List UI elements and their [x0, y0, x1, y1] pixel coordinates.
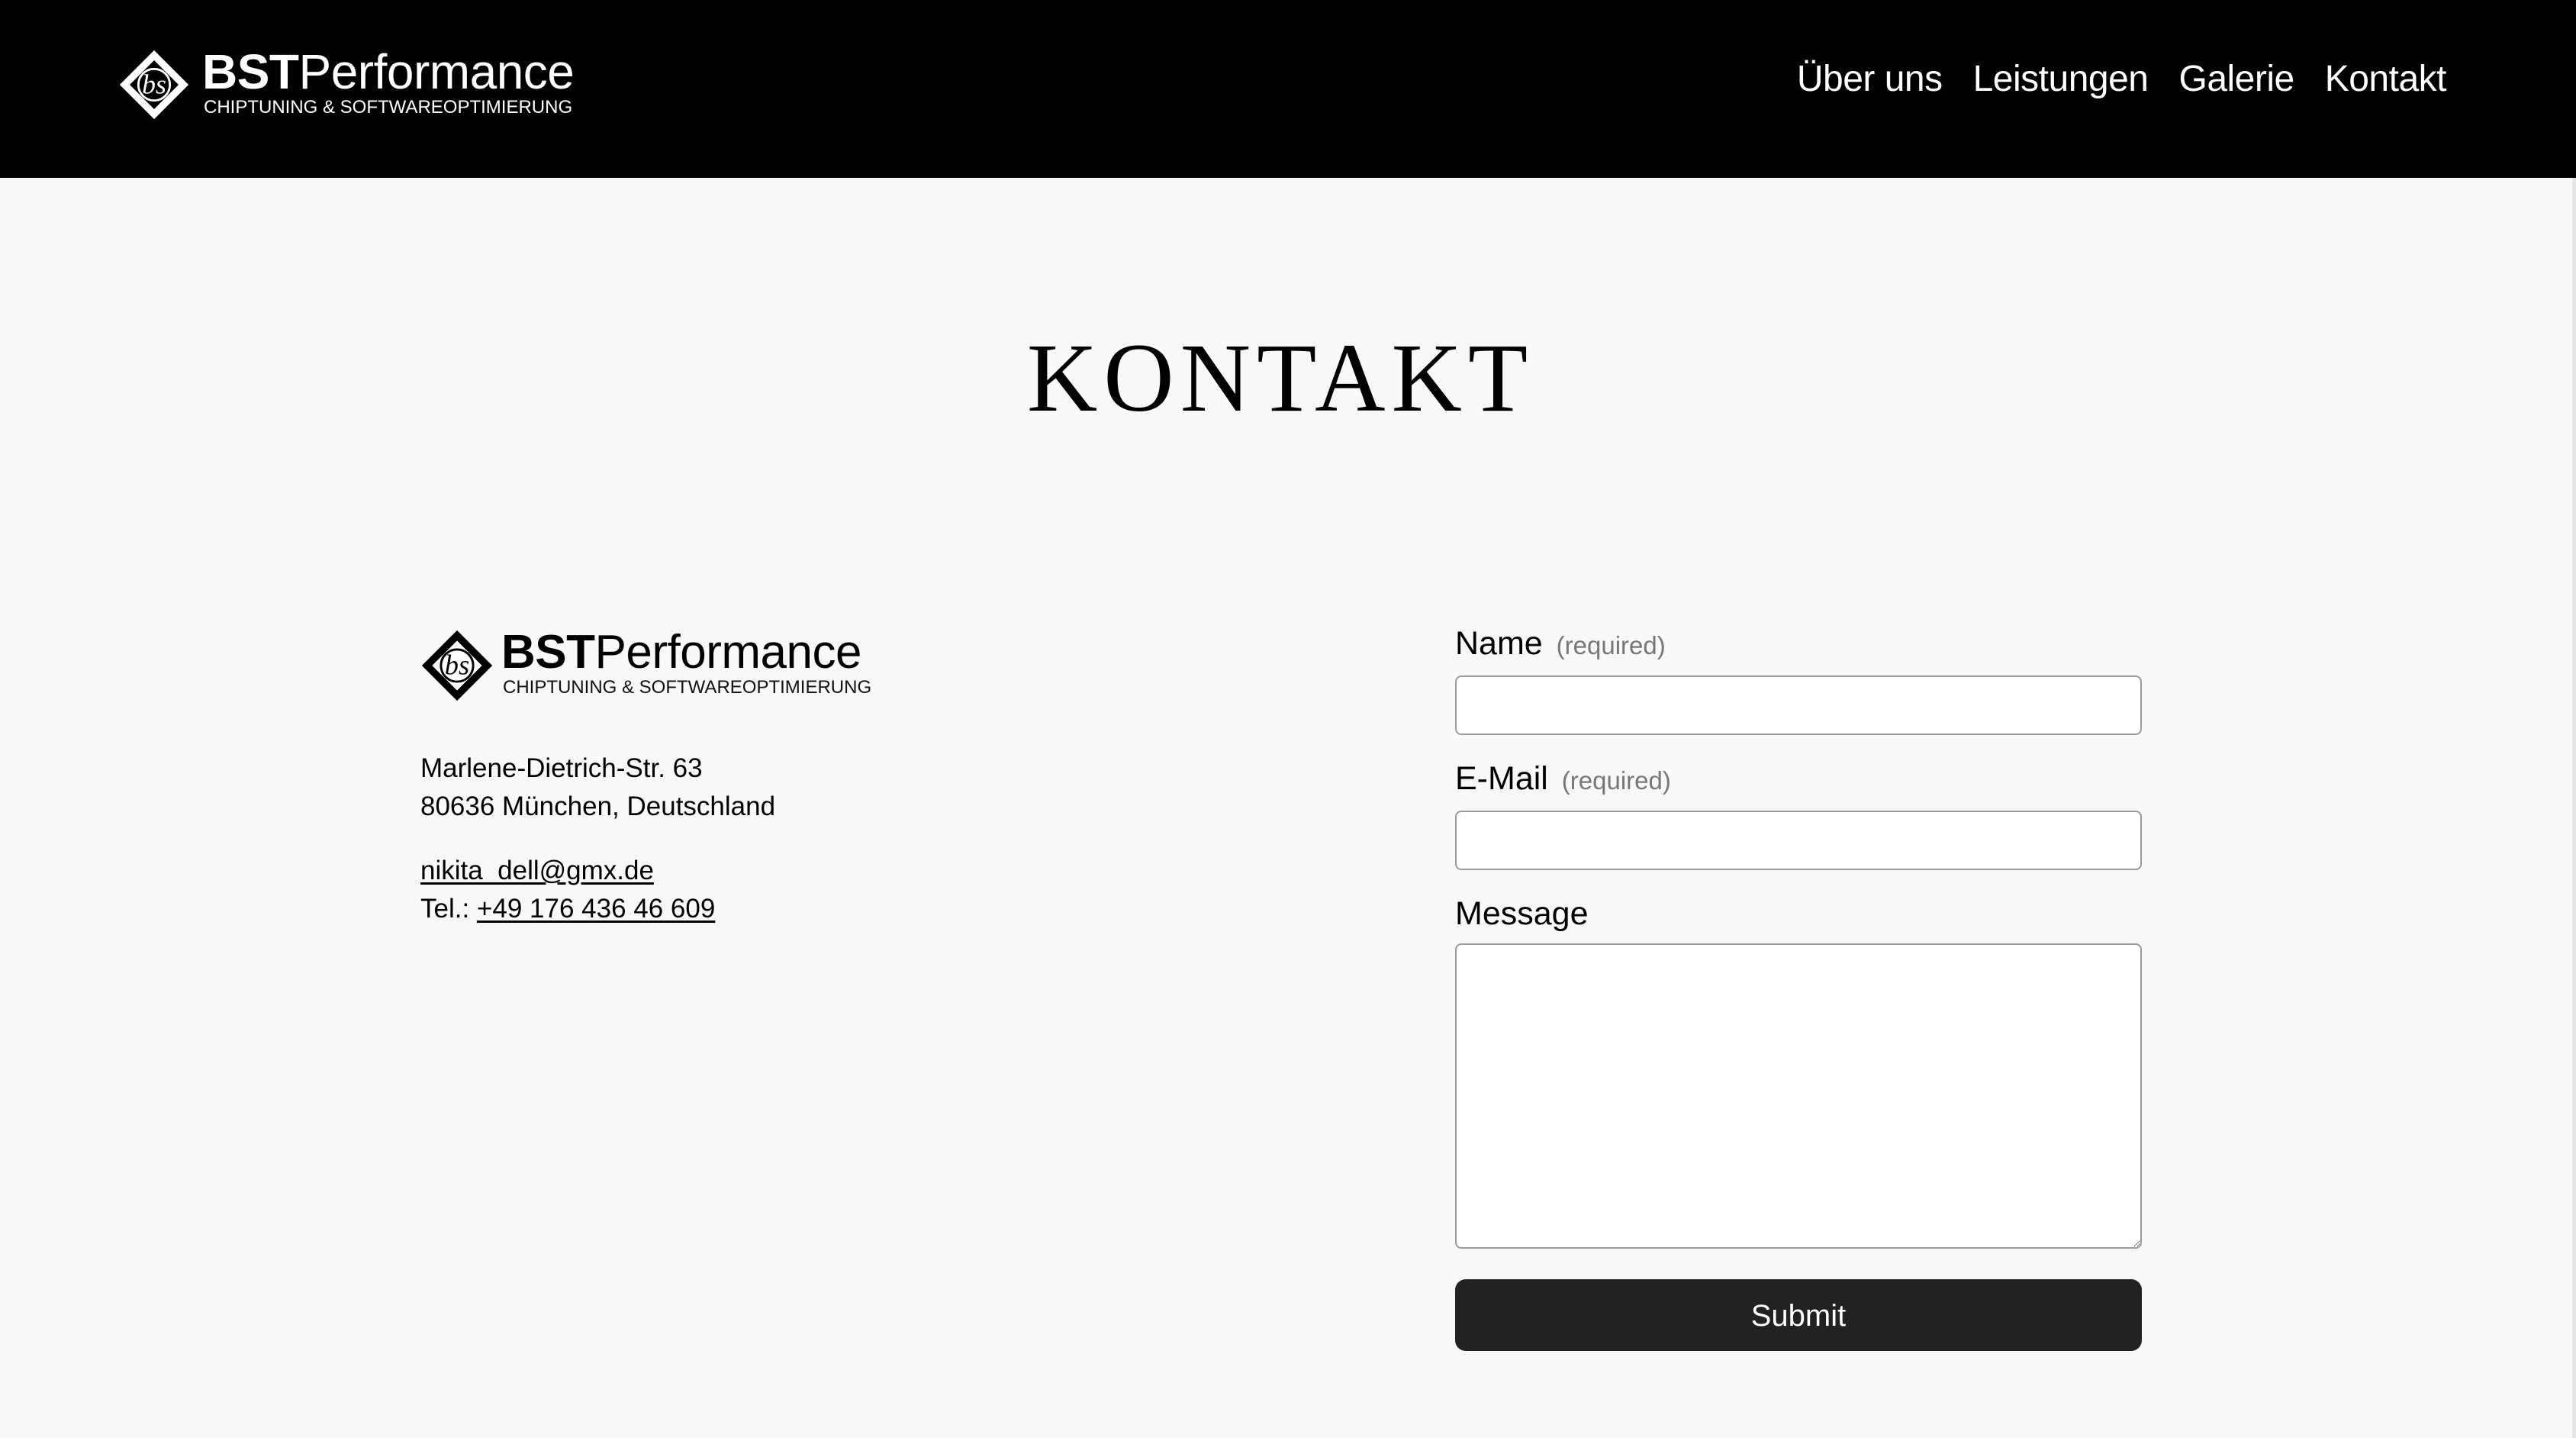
name-required-hint: (required) — [1556, 631, 1666, 659]
logo-brand-bold: BST — [202, 44, 299, 99]
email-label-text: E-Mail — [1455, 760, 1548, 797]
contact-details: nikita_dell@gmx.de Tel.: +49 176 436 46 … — [420, 852, 1107, 928]
message-textarea[interactable] — [1455, 943, 2142, 1249]
email-required-hint: (required) — [1561, 766, 1671, 795]
nav-item-galerie[interactable]: Galerie — [2178, 53, 2294, 105]
email-field-label: E-Mail (required) — [1455, 752, 2142, 808]
scrollbar-track[interactable] — [2572, 178, 2576, 1438]
address-city: 80636 München, Deutschland — [420, 792, 776, 821]
contact-form: Name (required) E-Mail (required) Messag… — [1455, 617, 2142, 1351]
name-label-text: Name — [1455, 625, 1543, 662]
message-field-label: Message — [1455, 887, 2142, 940]
name-field-label: Name (required) — [1455, 617, 2142, 672]
nav-item-kontakt[interactable]: Kontakt — [2325, 53, 2447, 105]
phone-link[interactable]: +49 176 436 46 609 — [477, 894, 715, 924]
logo-brand-light: Performance — [298, 44, 575, 99]
logo-wordmark: BSTPerformance — [501, 626, 871, 679]
nav-item-ueber-uns[interactable]: Über uns — [1797, 53, 1943, 105]
main-nav: Über uns Leistungen Galerie Kontakt — [1797, 53, 2447, 105]
header-logo[interactable]: bs BSTPerformance CHIPTUNING & SOFTWAREO… — [118, 44, 575, 125]
bst-logo-icon: bs — [421, 630, 493, 701]
bst-logo-icon: bs — [119, 50, 189, 120]
address-street: Marlene-Dietrich-Str. 63 — [420, 753, 703, 783]
submit-button[interactable]: Submit — [1455, 1279, 2142, 1351]
header-logo-text: BSTPerformance CHIPTUNING & SOFTWAREOPTI… — [202, 44, 575, 118]
contact-logo: bs BSTPerformance CHIPTUNING & SOFTWAREO… — [420, 626, 878, 702]
message-label-text: Message — [1455, 895, 1589, 932]
logo-tagline: CHIPTUNING & SOFTWAREOPTIMIERUNG — [503, 677, 872, 698]
name-input[interactable] — [1455, 675, 2142, 735]
email-link[interactable]: nikita_dell@gmx.de — [420, 856, 654, 885]
logo-wordmark: BSTPerformance — [202, 44, 575, 99]
logo-brand-light: Performance — [594, 626, 862, 679]
phone-prefix: Tel.: — [420, 894, 477, 924]
contact-logo-text: BSTPerformance CHIPTUNING & SOFTWAREOPTI… — [501, 626, 871, 698]
svg-text:bs: bs — [142, 69, 166, 99]
address: Marlene-Dietrich-Str. 63 80636 München, … — [420, 750, 1107, 826]
site-header: bs BSTPerformance CHIPTUNING & SOFTWAREO… — [0, 0, 2576, 178]
svg-text:bs: bs — [445, 650, 469, 681]
logo-brand-bold: BST — [501, 626, 595, 679]
email-input[interactable] — [1455, 811, 2142, 870]
contact-info: bs BSTPerformance CHIPTUNING & SOFTWAREO… — [420, 626, 1107, 928]
page-title: KONTAKT — [1026, 324, 1534, 432]
logo-tagline: CHIPTUNING & SOFTWAREOPTIMIERUNG — [204, 97, 573, 118]
nav-item-leistungen[interactable]: Leistungen — [1973, 53, 2149, 105]
